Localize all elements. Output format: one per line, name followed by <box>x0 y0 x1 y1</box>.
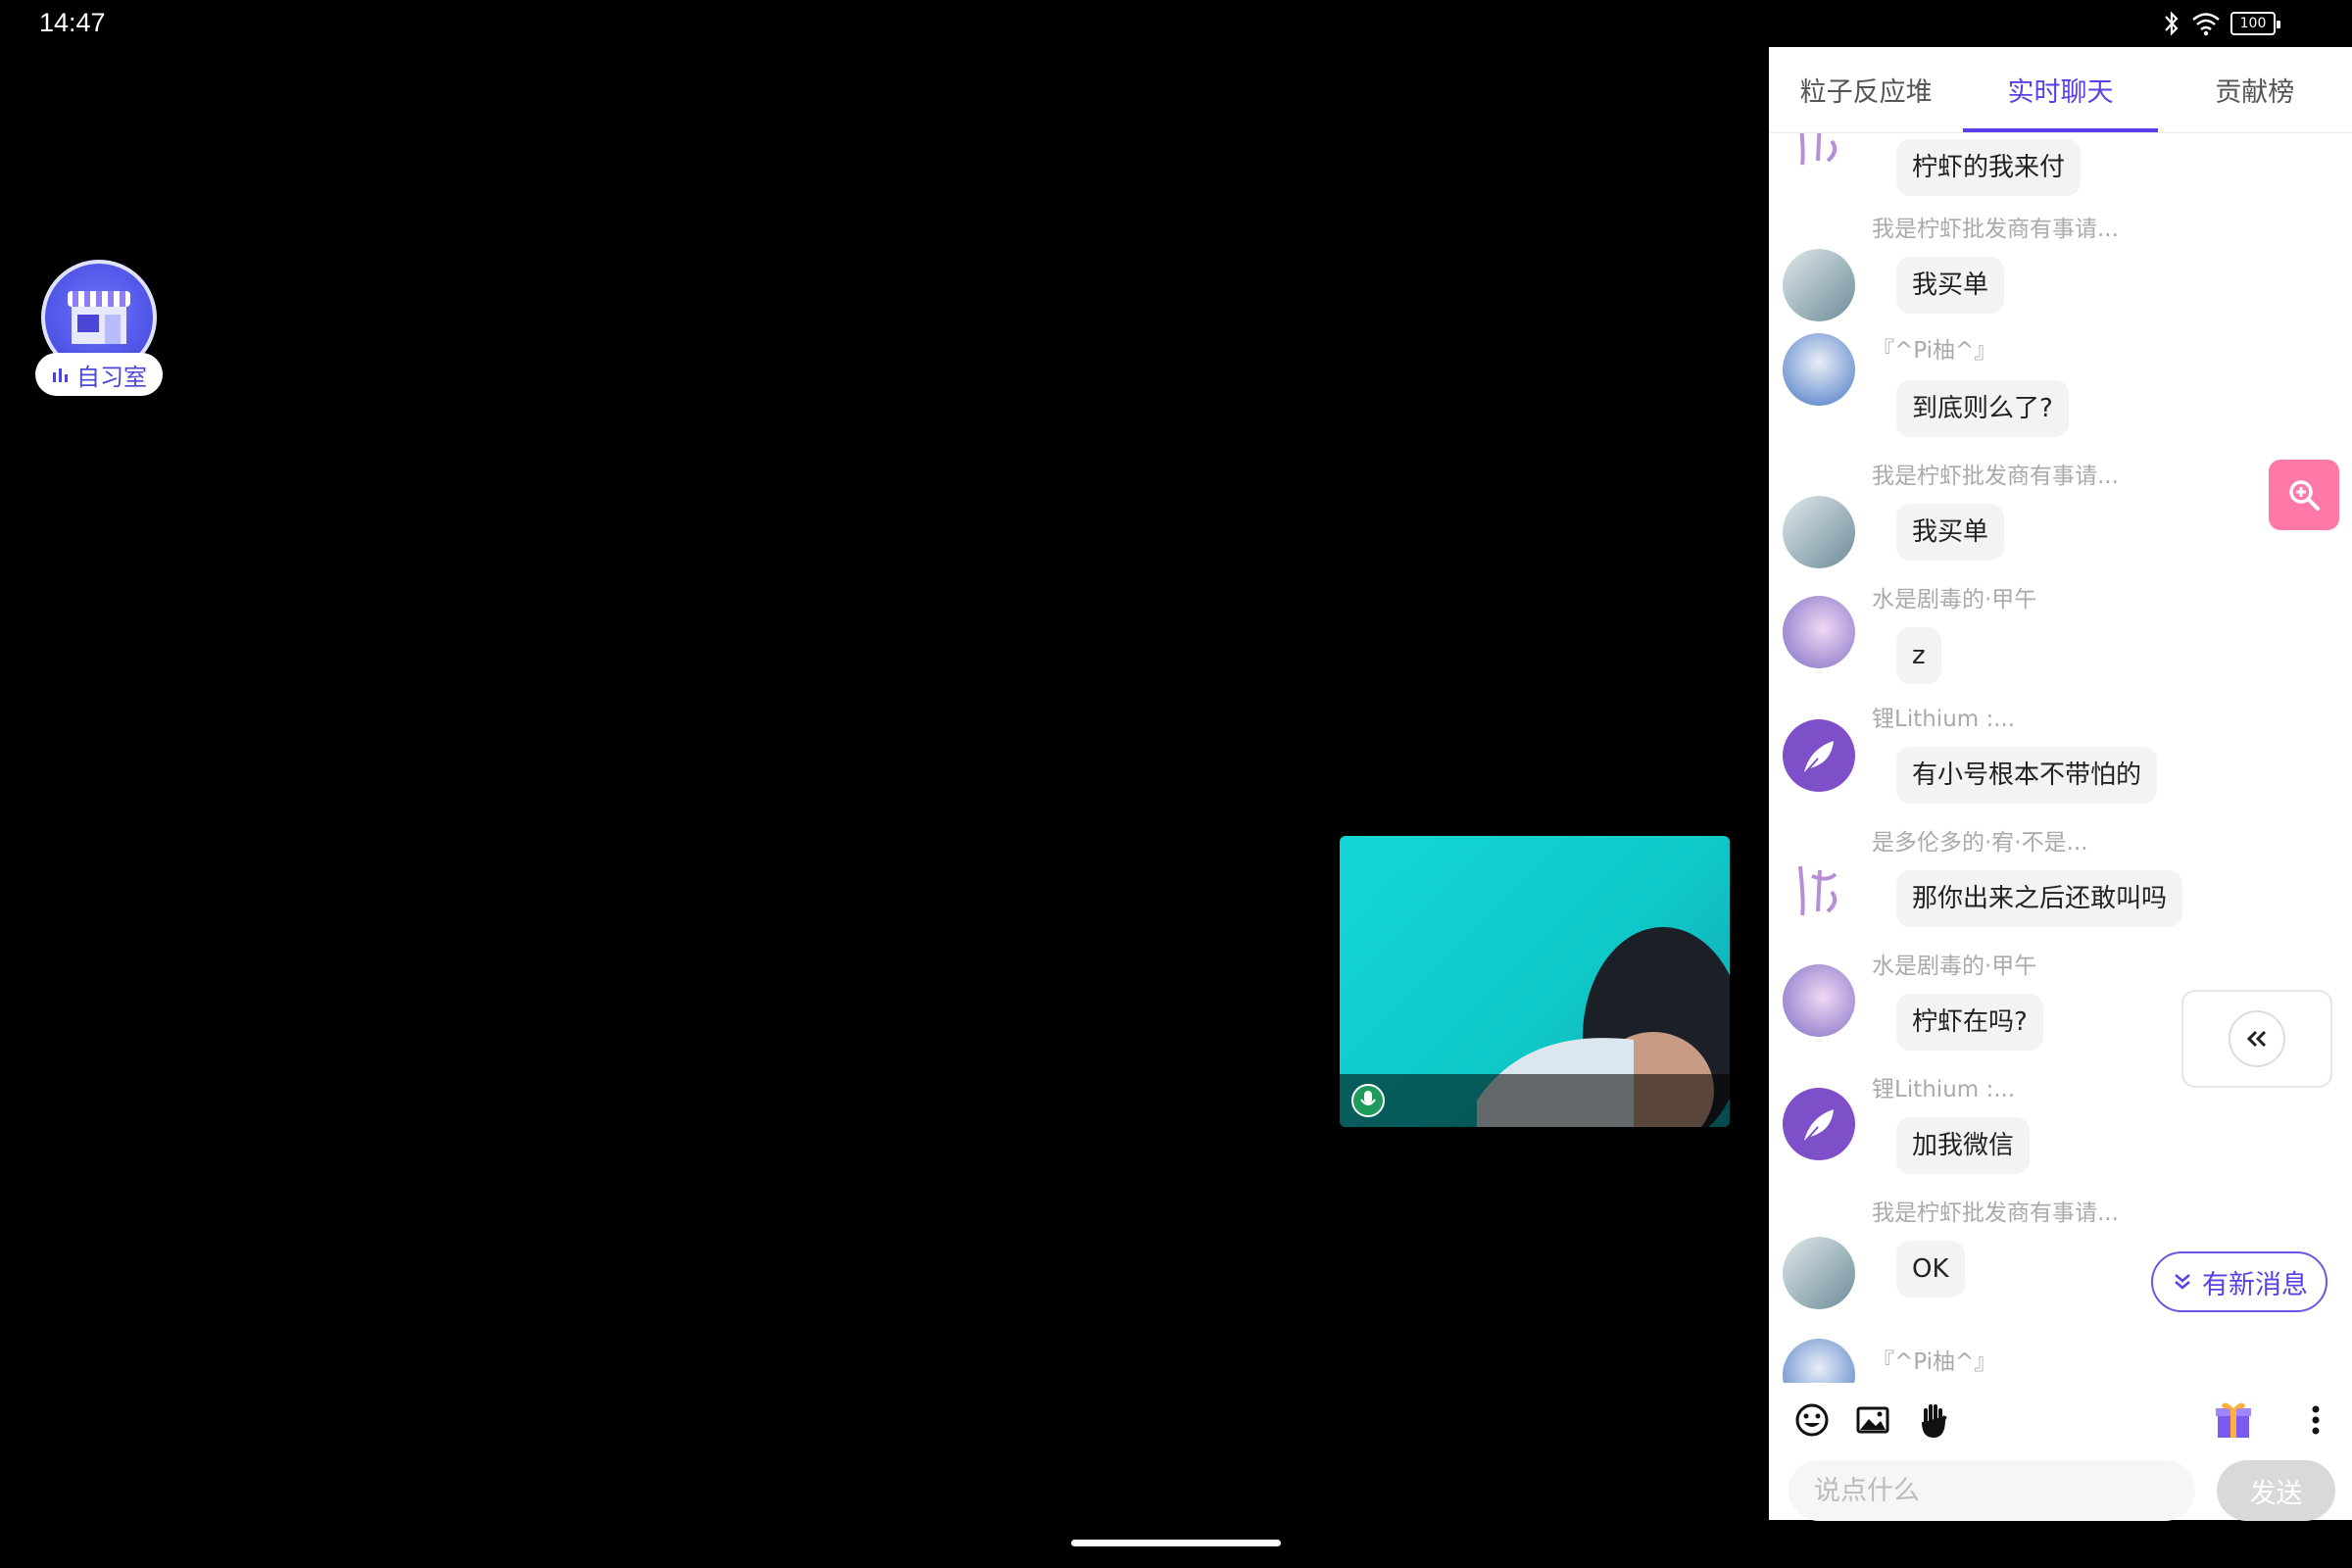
username: 我是柠虾批发商有事请... <box>1872 1200 2119 1226</box>
username: 水是剧毒的·甲午 <box>1872 587 2037 612</box>
avatar[interactable] <box>1783 1237 1855 1309</box>
avatar[interactable] <box>1783 1339 1855 1383</box>
emoji-icon[interactable] <box>1792 1400 1832 1440</box>
avatar[interactable] <box>1783 496 1855 568</box>
send-button[interactable]: 发送 <box>2217 1460 2335 1521</box>
chat-input[interactable] <box>1788 1460 2195 1521</box>
more-options-icon[interactable] <box>2296 1400 2335 1440</box>
bar-chart-icon <box>53 368 68 382</box>
username: 我是柠虾批发商有事请... <box>1872 217 2119 242</box>
username: 锂Lithium :... <box>1872 1077 2016 1102</box>
study-room-text: 自习室 <box>76 363 147 391</box>
message-bubble[interactable]: 柠虾的我来付 <box>1896 139 2082 196</box>
new-messages-label: 有新消息 <box>2202 1269 2308 1300</box>
home-indicator[interactable] <box>1071 1540 1281 1546</box>
tab-live-chat[interactable]: 实时聊天 <box>1963 47 2158 132</box>
study-room-button[interactable]: 自习室 <box>35 260 163 402</box>
feather-icon <box>1801 1109 1834 1146</box>
wifi-icon <box>2192 13 2220 36</box>
username: 水是剧毒的·甲午 <box>1872 954 2037 979</box>
collapse-panel-button[interactable] <box>2181 990 2332 1088</box>
message-bubble[interactable]: 我买单 <box>1896 257 2005 314</box>
message-bubble[interactable]: 我买单 <box>1896 504 2005 561</box>
status-icons: 100 <box>2162 10 2280 37</box>
avatar[interactable] <box>1783 847 1855 919</box>
tab-contribution-ranking[interactable]: 贡献榜 <box>2158 47 2352 132</box>
avatar[interactable] <box>1783 964 1855 1037</box>
battery-icon: 100 <box>2230 12 2280 35</box>
video-tile[interactable] <box>1340 836 1730 1127</box>
username: 『^Pi柚^』 <box>1872 1349 1997 1375</box>
message-bubble[interactable]: 加我微信 <box>1896 1117 2031 1174</box>
avatar[interactable] <box>1783 719 1855 792</box>
message-list[interactable]: 柠虾的我来付 我是柠虾批发商有事请... 我买单 『^Pi柚^』 到底则么了? … <box>1769 133 2352 1383</box>
message-bubble[interactable]: 到底则么了? <box>1896 380 2069 437</box>
image-icon[interactable] <box>1853 1400 1892 1440</box>
zoom-in-icon <box>2289 480 2320 511</box>
message-bubble[interactable]: OK <box>1896 1241 1965 1298</box>
avatar[interactable] <box>1783 249 1855 321</box>
avatar[interactable] <box>1783 1088 1855 1160</box>
message-bubble[interactable]: 有小号根本不带怕的 <box>1896 747 2158 804</box>
avatar[interactable] <box>1783 133 1855 169</box>
study-room-label: 自习室 <box>35 353 163 396</box>
username: 我是柠虾批发商有事请... <box>1872 464 2119 489</box>
tab-bar: 粒子反应堆 实时聊天 贡献榜 <box>1769 47 2352 133</box>
username: 锂Lithium :... <box>1872 707 2016 732</box>
feather-icon <box>1801 741 1834 777</box>
bluetooth-icon <box>2165 11 2179 36</box>
double-chevron-left-icon <box>2229 1010 2285 1067</box>
message-bubble[interactable]: 柠虾在吗? <box>1896 994 2043 1051</box>
message-bubble[interactable]: 那你出来之后还敢叫吗 <box>1896 870 2183 927</box>
double-chevron-down-icon <box>2175 1274 2190 1290</box>
video-info-bar <box>1340 1074 1730 1127</box>
avatar[interactable] <box>1783 333 1855 406</box>
raise-hand-icon[interactable] <box>1914 1400 1953 1440</box>
username: 『^Pi柚^』 <box>1872 338 1997 364</box>
status-time: 14:47 <box>39 8 106 37</box>
zoom-button[interactable] <box>2269 460 2339 530</box>
username: 是多伦多的·宥·不是... <box>1872 830 2088 856</box>
tab-particle-reactor[interactable]: 粒子反应堆 <box>1769 47 1963 132</box>
chat-toolbar <box>1769 1383 2352 1461</box>
gift-icon[interactable] <box>2210 1396 2257 1444</box>
new-messages-button[interactable]: 有新消息 <box>2151 1251 2328 1312</box>
message-bubble[interactable]: z <box>1896 627 1941 684</box>
microphone-icon[interactable] <box>1351 1084 1385 1117</box>
avatar[interactable] <box>1783 596 1855 668</box>
